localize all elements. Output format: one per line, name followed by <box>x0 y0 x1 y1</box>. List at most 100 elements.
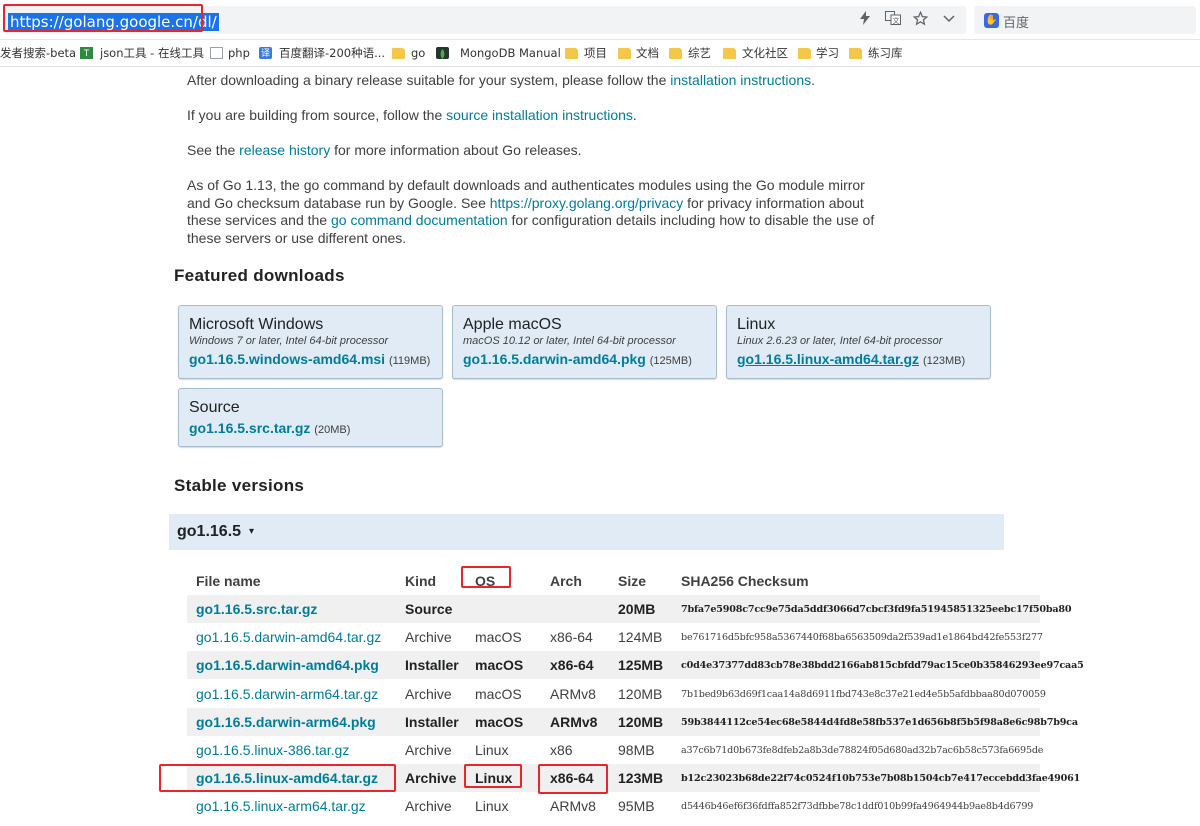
size-cell: 98MB <box>618 742 655 758</box>
checksum-cell: c0d4e37377dd83cb78e38bdd2166ab815cbfdd79… <box>681 660 1084 672</box>
bookmark-item[interactable]: 学习 <box>816 46 839 60</box>
card-size: (125MB) <box>649 355 692 367</box>
bookmarks-bar: 发者搜索-beta T json工具 - 在线工具 php 译 百度翻译-200… <box>0 41 1200 67</box>
installation-instructions-link[interactable]: installation instructions <box>670 72 811 88</box>
bookmark-item[interactable]: 练习库 <box>868 46 903 60</box>
table-row: go1.16.5.darwin-amd64.tar.gz Archive macOS… <box>187 623 1043 651</box>
translate-icon[interactable]: 文 <box>885 11 901 29</box>
star-icon[interactable] <box>912 10 929 30</box>
size-cell: 125MB <box>618 657 664 674</box>
download-card-macos[interactable]: Apple macOS macOS 10.12 or later, Intel … <box>452 305 717 379</box>
kind-cell: Archive <box>405 742 452 758</box>
kind-cell: Archive <box>405 770 457 787</box>
os-cell: macOS <box>475 685 522 702</box>
card-filename-text[interactable]: go1.16.5.windows-amd64.msi <box>189 351 385 367</box>
folder-icon <box>849 48 862 59</box>
filename-link[interactable]: go1.16.5.darwin-arm64.pkg <box>196 714 376 730</box>
bookmark-item[interactable]: 文档 <box>636 46 659 60</box>
caret-down-icon[interactable]: ▾ <box>249 526 254 537</box>
source-installation-link[interactable]: source installation instructions <box>446 107 633 123</box>
checksum-cell: b12c23023b68de22f74c0524f10b753e7b08b150… <box>681 773 1081 785</box>
kind-cell: Archive <box>405 685 452 702</box>
os-cell: Linux <box>475 742 509 758</box>
card-filename-text[interactable]: go1.16.5.linux-amd64.tar.gz <box>737 351 919 367</box>
card-requirements: Windows 7 or later, Intel 64-bit process… <box>189 335 389 347</box>
table-row: go1.16.5.linux-arm64.tar.gz Archive Linux A… <box>187 792 1040 820</box>
url-highlight-box <box>3 4 203 32</box>
bookmark-item[interactable]: MongoDB Manual <box>460 46 561 60</box>
column-header-filename: File name <box>196 573 261 589</box>
card-filename[interactable]: go1.16.5.linux-amd64.tar.gz (123MB) <box>737 351 965 367</box>
bookmark-item[interactable]: php <box>228 46 250 60</box>
chevron-down-icon[interactable] <box>943 11 955 29</box>
card-filename-text[interactable]: go1.16.5.darwin-amd64.pkg <box>463 351 646 367</box>
bookmark-item[interactable]: 综艺 <box>688 46 711 60</box>
checksum-cell: 59b3844112ce54ec68e5844d4fd8e58fb537e1d6… <box>681 716 1078 728</box>
table-row: go1.16.5.darwin-arm64.pkg Installer macOS A… <box>187 707 1078 736</box>
card-os: Source <box>189 399 240 416</box>
kind-cell: Installer <box>405 657 459 674</box>
card-requirements: Linux 2.6.23 or later, Intel 64-bit proc… <box>737 335 943 347</box>
kind-cell: Installer <box>405 713 459 730</box>
folder-icon <box>618 48 631 59</box>
card-filename[interactable]: go1.16.5.darwin-amd64.pkg (125MB) <box>463 351 692 367</box>
download-card-linux[interactable]: Linux Linux 2.6.23 or later, Intel 64-bi… <box>726 305 991 379</box>
size-cell: 120MB <box>618 713 664 730</box>
arch-cell-highlight-box <box>538 764 608 794</box>
filename-link[interactable]: go1.16.5.linux-arm64.tar.gz <box>196 798 366 814</box>
filename-link[interactable]: go1.16.5.src.tar.gz <box>196 601 317 617</box>
download-card-source[interactable]: Source go1.16.5.src.tar.gz (20MB) <box>178 388 443 447</box>
card-os: Linux <box>737 316 776 333</box>
folder-icon <box>798 48 811 59</box>
bookmark-item[interactable]: json工具 - 在线工具 <box>100 46 204 60</box>
checksum-cell: a37c6b71d0b673fe8dfeb2a8b3de78824f05d680… <box>681 745 1044 756</box>
checksum-cell: 7b1bed9b63d69f1caa14a8d6911fbd743e8c37e2… <box>681 688 1046 700</box>
size-cell: 123MB <box>618 770 664 787</box>
bookmark-item[interactable]: go <box>411 46 425 60</box>
size-cell: 20MB <box>618 601 656 617</box>
search-engine-label: 百度 <box>1003 16 1030 31</box>
version-toggle[interactable]: go1.16.5 ▾ <box>169 514 1004 550</box>
bookmark-item[interactable]: 文化社区 <box>742 46 788 60</box>
filename-link[interactable]: go1.16.5.linux-386.tar.gz <box>196 742 349 758</box>
card-filename[interactable]: go1.16.5.src.tar.gz (20MB) <box>189 420 350 436</box>
intro-text: . <box>632 107 637 123</box>
table-row: go1.16.5.linux-386.tar.gz Archive Linux x86… <box>187 736 1044 764</box>
bookmark-item[interactable]: 发者搜索-beta <box>0 46 76 60</box>
arch-cell: x86-64 <box>550 629 593 646</box>
go-command-docs-link[interactable]: go command documentation <box>331 212 508 228</box>
arch-cell: ARMv8 <box>550 798 596 815</box>
size-cell: 95MB <box>618 798 655 815</box>
arch-cell: ARMv8 <box>550 713 598 730</box>
card-filename[interactable]: go1.16.5.windows-amd64.msi (119MB) <box>189 351 430 367</box>
kind-cell: Archive <box>405 629 452 646</box>
lightning-icon[interactable] <box>859 11 871 29</box>
version-label[interactable]: go1.16.5 <box>177 523 241 541</box>
size-cell: 120MB <box>618 685 663 702</box>
card-size: (20MB) <box>314 424 351 436</box>
baidu-logo-icon: ✋ <box>984 13 999 28</box>
filename-link[interactable]: go1.16.5.darwin-amd64.tar.gz <box>196 629 381 645</box>
featured-downloads-heading: Featured downloads <box>174 266 345 285</box>
page-icon <box>210 47 223 59</box>
folder-icon <box>565 48 578 59</box>
os-cell: macOS <box>475 629 522 646</box>
filename-link[interactable]: go1.16.5.darwin-amd64.pkg <box>196 657 379 673</box>
proxy-privacy-link[interactable]: https://proxy.golang.org/privacy <box>490 195 684 211</box>
bookmark-item[interactable]: 项目 <box>584 46 607 60</box>
folder-icon <box>669 48 682 59</box>
bookmark-item[interactable]: 百度翻译-200种语... <box>279 46 385 60</box>
filename-link[interactable]: go1.16.5.darwin-arm64.tar.gz <box>196 686 378 702</box>
stable-versions-heading: Stable versions <box>174 476 305 495</box>
card-size: (123MB) <box>922 355 966 367</box>
release-history-link[interactable]: release history <box>239 142 330 158</box>
card-filename-text[interactable]: go1.16.5.src.tar.gz <box>189 420 310 436</box>
folder-icon <box>723 48 736 59</box>
intro-paragraph: If you are building from source, follow … <box>187 107 907 125</box>
os-cell: macOS <box>475 657 524 674</box>
download-card-windows[interactable]: Microsoft Windows Windows 7 or later, In… <box>178 305 443 379</box>
arch-cell: x86-64 <box>550 657 594 674</box>
intro-text: After downloading a binary release suita… <box>187 72 671 88</box>
intro-text: . <box>811 72 816 88</box>
table-row: go1.16.5.darwin-amd64.pkg Installer macOS x… <box>187 651 1084 680</box>
